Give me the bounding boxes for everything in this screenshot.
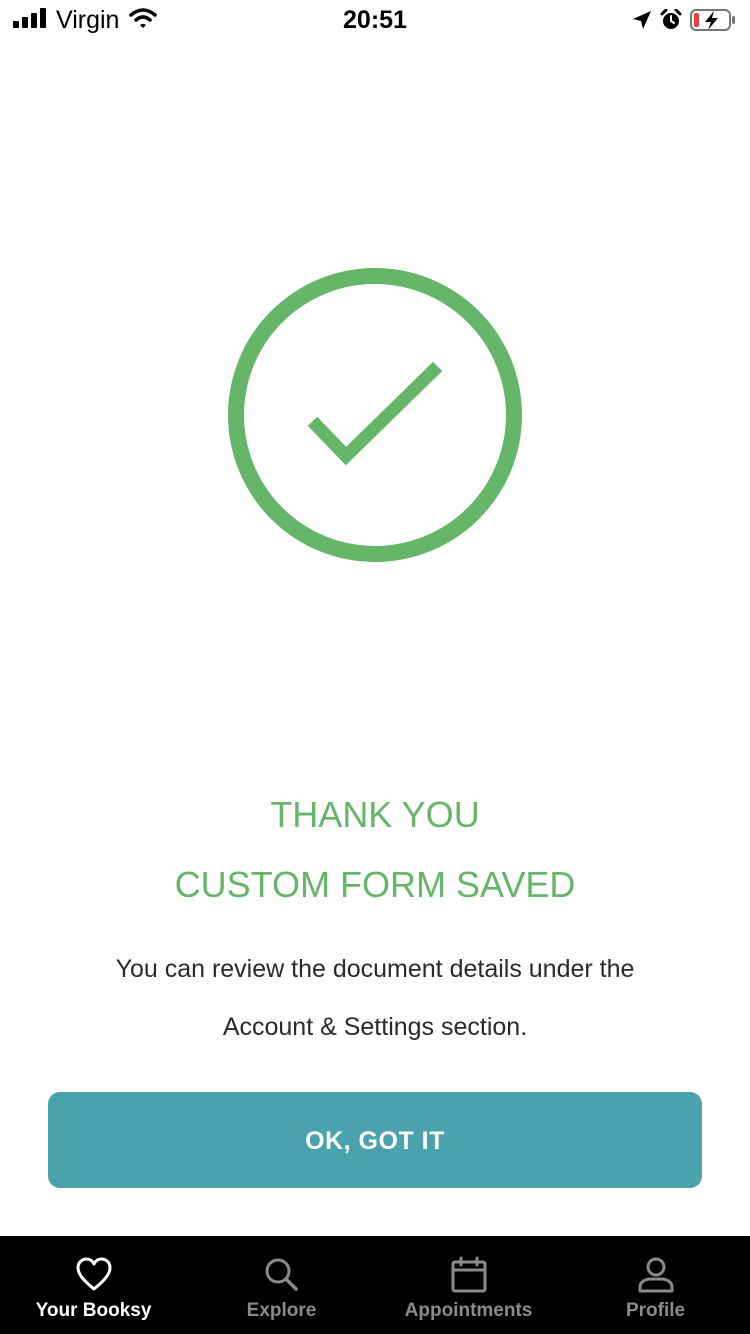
calendar-icon xyxy=(375,1256,562,1294)
success-subtitle: CUSTOM FORM SAVED xyxy=(174,864,576,905)
tab-profile[interactable]: Profile xyxy=(562,1236,749,1334)
heart-icon xyxy=(0,1256,187,1294)
battery-charging-icon xyxy=(690,8,736,32)
tab-your-booksy[interactable]: Your Booksy xyxy=(0,1236,187,1334)
search-icon xyxy=(188,1256,375,1294)
success-title: THANK YOU xyxy=(270,794,480,835)
status-bar: Virgin 20:51 xyxy=(0,0,750,40)
tab-explore[interactable]: Explore xyxy=(188,1236,375,1334)
alarm-icon xyxy=(660,9,682,31)
location-arrow-icon xyxy=(632,10,652,30)
status-bar-right xyxy=(632,6,736,34)
ok-got-it-button[interactable]: OK, GOT IT xyxy=(48,1092,702,1188)
check-circle-icon xyxy=(228,268,522,562)
tab-label: Profile xyxy=(625,1300,686,1321)
tab-bar: Your Booksy Explore Appointments Profile xyxy=(0,1236,750,1334)
success-message-line-2: Account & Settings section. xyxy=(222,1013,528,1041)
tab-label: Appointments xyxy=(404,1300,533,1321)
success-message-line-1: You can review the document details unde… xyxy=(115,955,635,983)
person-icon xyxy=(562,1256,749,1294)
tab-label: Your Booksy xyxy=(35,1300,152,1321)
tab-label: Explore xyxy=(246,1300,317,1321)
tab-appointments[interactable]: Appointments xyxy=(375,1236,562,1334)
